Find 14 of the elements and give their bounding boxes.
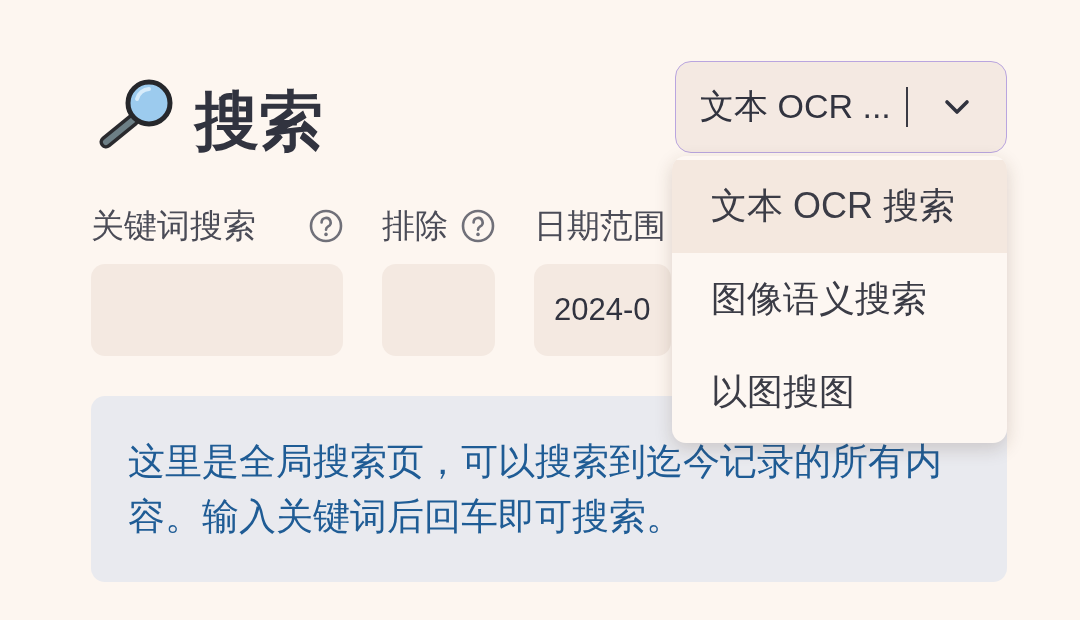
menu-option[interactable]: 图像语义搜索 [672, 253, 1007, 346]
menu-option[interactable]: 以图搜图 [672, 346, 1007, 439]
mode-select[interactable]: 文本 OCR ... [675, 61, 1007, 153]
chevron-down-icon [944, 99, 970, 115]
field-label: 日期范围 [534, 206, 666, 246]
field-label: 排除 [382, 206, 448, 246]
page-title: 搜索 [195, 89, 323, 153]
input-field[interactable]: 2024-0 [534, 264, 671, 356]
help-icon[interactable] [461, 209, 495, 243]
magnifier-icon [97, 77, 175, 151]
field-label: 关键词搜索 [91, 206, 256, 246]
help-icon[interactable] [309, 209, 343, 243]
menu-option[interactable]: 文本 OCR 搜索 [672, 160, 1007, 253]
info-text: 这里是全局搜索页，可以搜索到迄今记录的所有内容。输入关键词后回车即可搜索。 [128, 440, 943, 539]
